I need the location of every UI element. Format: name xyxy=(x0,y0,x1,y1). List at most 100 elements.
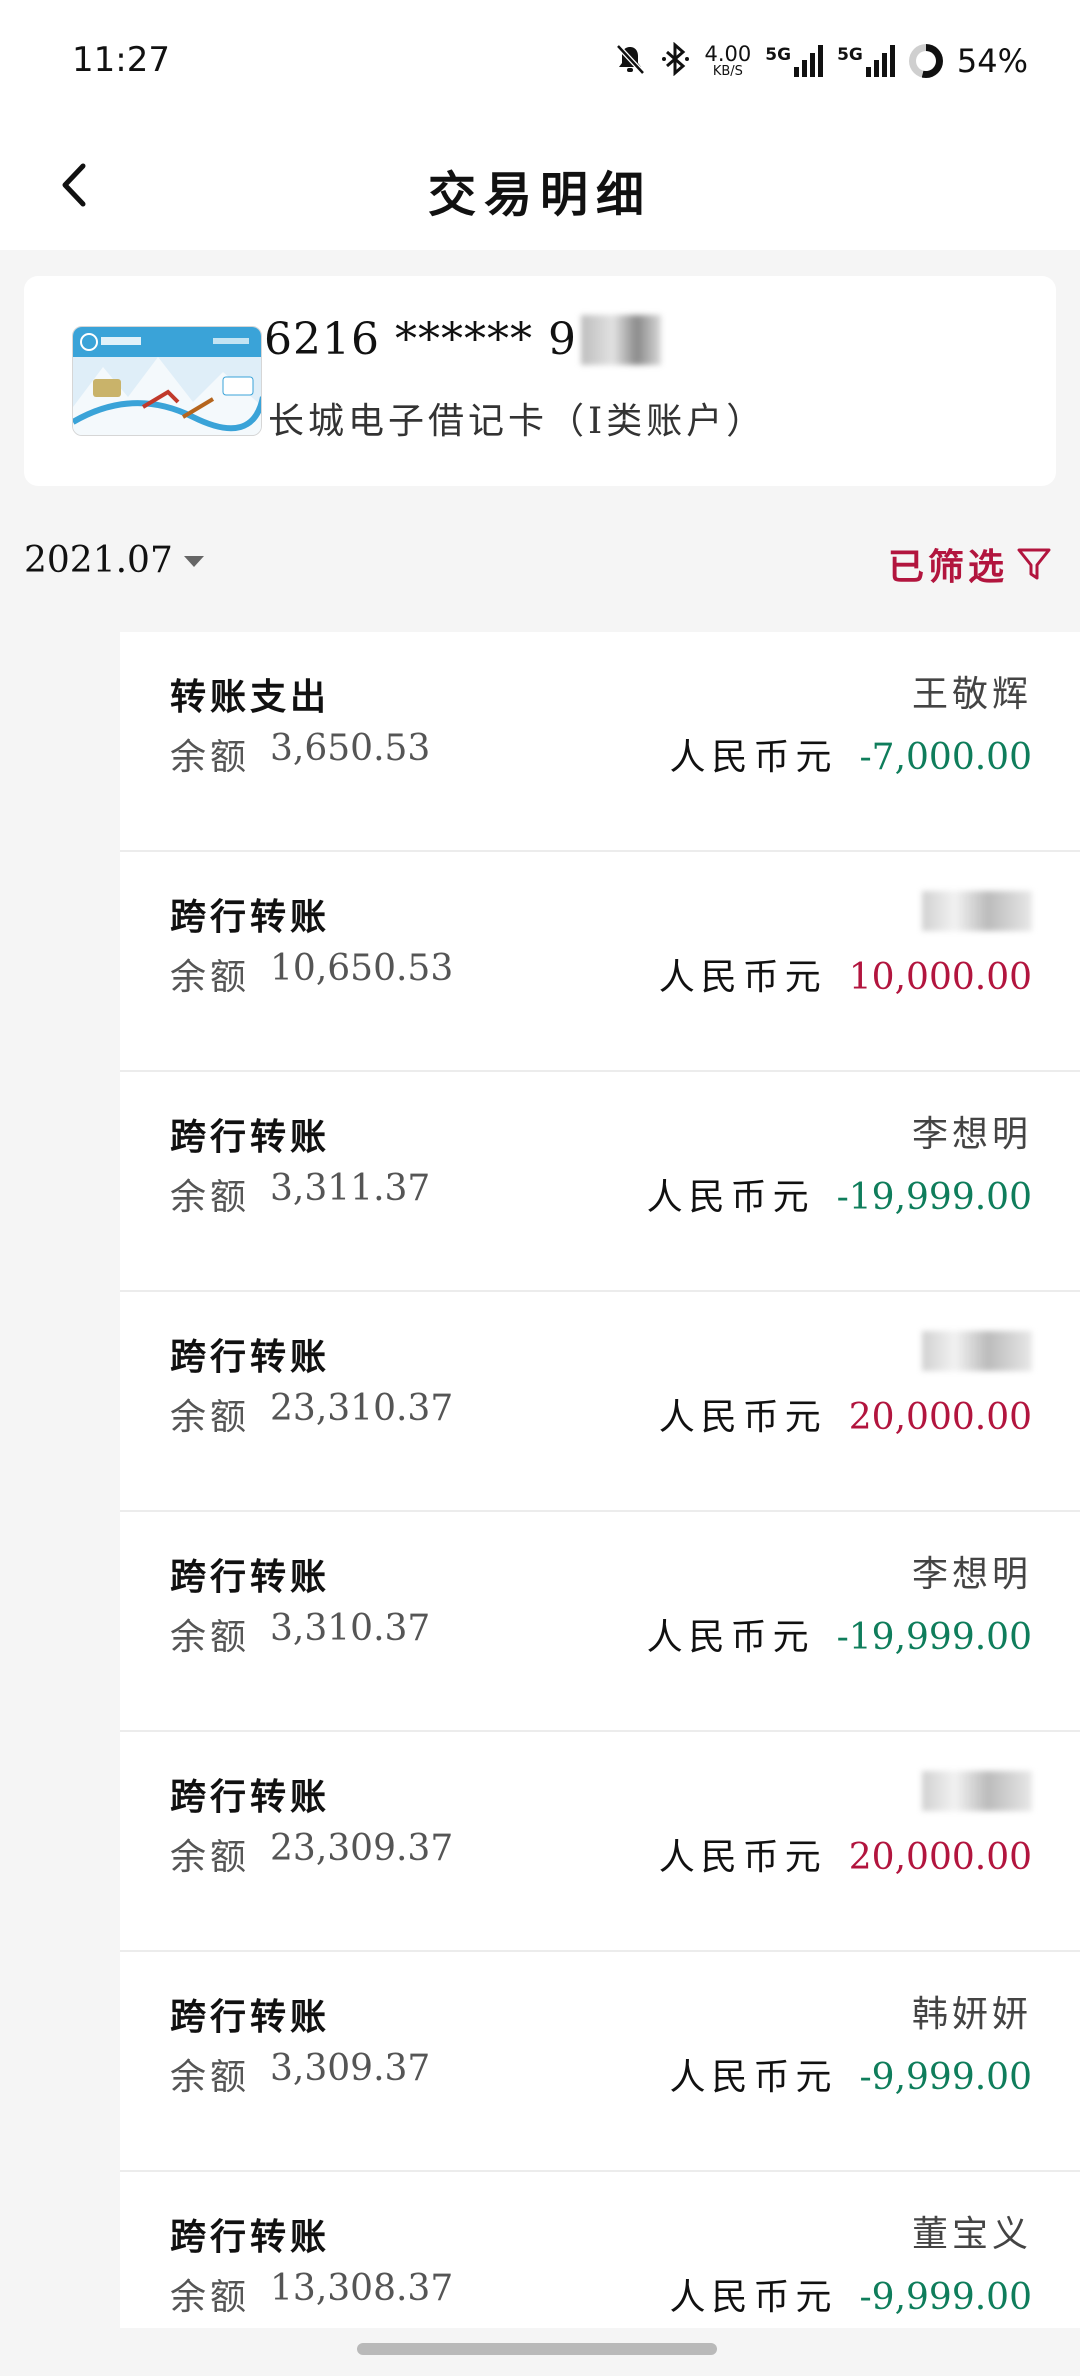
filter-row: 2021.07 已筛选 xyxy=(0,520,1080,610)
currency-label: 人民币元 xyxy=(658,957,827,998)
transaction-item[interactable]: 跨行转账 余额 3,311.37 李想明 人民币元 -19,999.00 xyxy=(120,1072,1080,1292)
balance-value: 23,309.37 xyxy=(270,1828,454,1869)
balance-label: 余额 xyxy=(170,2057,251,2098)
currency-label: 人民币元 xyxy=(669,2277,838,2318)
currency-label: 人民币元 xyxy=(646,1177,815,1218)
transaction-amount: 人民币元 -19,999.00 xyxy=(647,1168,1032,1220)
transaction-type: 跨行转账 xyxy=(170,896,331,938)
signal-2: 5G xyxy=(837,45,895,77)
currency-label: 人民币元 xyxy=(658,1397,827,1438)
network-type-2: 5G xyxy=(837,45,863,65)
balance-label: 余额 xyxy=(170,1177,251,1218)
net-speed-unit: KB/S xyxy=(712,64,743,79)
card-type-name: 长城电子借记卡（I类账户） xyxy=(268,401,767,442)
transaction-amount: 人民币元 -19,999.00 xyxy=(647,1608,1032,1660)
currency-label: 人民币元 xyxy=(669,2057,838,2098)
funnel-icon xyxy=(1017,548,1051,580)
transaction-type: 跨行转账 xyxy=(170,2216,331,2258)
amount-value: 10,000.00 xyxy=(848,957,1032,998)
masked-digits xyxy=(580,314,661,365)
currency-label: 人民币元 xyxy=(646,1617,815,1658)
redacted-name xyxy=(922,891,1032,931)
transaction-balance: 余额 23,310.37 xyxy=(170,1388,453,1440)
redacted-name xyxy=(922,1771,1032,1811)
transaction-type: 跨行转账 xyxy=(170,1116,331,1158)
network-type-1: 5G xyxy=(765,45,792,65)
counterparty: 董宝义 xyxy=(911,2214,1032,2255)
transaction-item[interactable]: 跨行转账 余额 3,309.37 韩妍妍 人民币元 -9,999.00 xyxy=(120,1952,1080,2172)
transaction-balance: 余额 3,650.53 xyxy=(170,728,430,780)
home-indicator[interactable] xyxy=(357,2343,717,2355)
signal-1: 5G xyxy=(765,45,824,77)
currency-label: 人民币元 xyxy=(658,1837,827,1878)
counterparty-redacted xyxy=(922,1768,1032,1814)
battery-percent: 54% xyxy=(956,42,1028,80)
transaction-item[interactable]: 转账支出 余额 3,650.53 王敬辉 人民币元 -7,000.00 xyxy=(120,632,1080,852)
transaction-amount: 人民币元 20,000.00 xyxy=(659,1388,1032,1440)
signal-bars-icon xyxy=(865,45,895,77)
caret-down-icon xyxy=(183,555,204,567)
status-bar: 11:27 4.00 KB/S 5G 5G 54% xyxy=(0,0,1080,120)
balance-value: 3,650.53 xyxy=(270,728,431,769)
card-number-text: 6216 ****** 9 xyxy=(264,314,577,365)
net-speed: 4.00 KB/S xyxy=(705,44,752,79)
amount-value: 20,000.00 xyxy=(848,1397,1032,1438)
balance-label: 余额 xyxy=(170,2277,251,2318)
battery-icon xyxy=(908,44,943,78)
amount-value: 20,000.00 xyxy=(848,1837,1032,1878)
balance-value: 13,308.37 xyxy=(270,2268,454,2309)
transaction-balance: 余额 13,308.37 xyxy=(170,2268,453,2320)
balance-value: 10,650.53 xyxy=(270,948,454,989)
counterparty-redacted xyxy=(922,888,1032,934)
status-icons: 4.00 KB/S 5G 5G 54% xyxy=(613,38,1028,84)
transaction-item[interactable]: 跨行转账 余额 13,308.37 董宝义 人民币元 -9,999.00 xyxy=(120,2172,1080,2328)
amount-value: -9,999.00 xyxy=(859,2057,1032,2098)
transaction-balance: 余额 23,309.37 xyxy=(170,1828,453,1880)
amount-value: -19,999.00 xyxy=(836,1617,1032,1658)
transaction-item[interactable]: 跨行转账 余额 3,310.37 李想明 人民币元 -19,999.00 xyxy=(120,1512,1080,1732)
transaction-item[interactable]: 跨行转账 余额 23,309.37 人民币元 20,000.00 xyxy=(120,1732,1080,1952)
transaction-type: 跨行转账 xyxy=(170,1776,331,1818)
counterparty-redacted xyxy=(922,1328,1032,1374)
transaction-item[interactable]: 跨行转账 余额 10,650.53 人民币元 10,000.00 xyxy=(120,852,1080,1072)
filter-label: 已筛选 xyxy=(887,546,1008,588)
transaction-amount: 人民币元 10,000.00 xyxy=(659,948,1032,1000)
transaction-type: 跨行转账 xyxy=(170,1996,331,2038)
currency-label: 人民币元 xyxy=(669,737,838,778)
amount-value: -7,000.00 xyxy=(859,737,1032,778)
amount-value: -19,999.00 xyxy=(836,1177,1032,1218)
counterparty: 李想明 xyxy=(911,1554,1032,1595)
filter-button[interactable]: 已筛选 xyxy=(888,538,1052,590)
transaction-amount: 人民币元 -7,000.00 xyxy=(670,728,1033,780)
redacted-name xyxy=(922,1331,1032,1371)
balance-label: 余额 xyxy=(170,957,251,998)
transaction-list: 转账支出 余额 3,650.53 王敬辉 人民币元 -7,000.00 跨行转账… xyxy=(120,632,1080,2328)
top-header: 交易明细 xyxy=(0,120,1080,250)
transaction-amount: 人民币元 -9,999.00 xyxy=(670,2268,1033,2320)
transaction-amount: 人民币元 -9,999.00 xyxy=(670,2048,1033,2100)
balance-label: 余额 xyxy=(170,1397,251,1438)
transaction-type: 跨行转账 xyxy=(170,1556,331,1598)
counterparty: 王敬辉 xyxy=(911,674,1032,715)
transaction-balance: 余额 3,310.37 xyxy=(170,1608,430,1660)
bluetooth-icon xyxy=(661,41,691,80)
balance-label: 余额 xyxy=(170,1617,251,1658)
transaction-balance: 余额 3,311.37 xyxy=(170,1168,430,1220)
counterparty: 韩妍妍 xyxy=(911,1994,1032,2035)
account-card-panel[interactable]: 6216 ****** 9 长城电子借记卡（I类账户） xyxy=(24,276,1056,486)
month-label: 2021.07 xyxy=(24,540,173,581)
balance-value: 3,311.37 xyxy=(270,1168,431,1209)
amount-value: -9,999.00 xyxy=(859,2277,1032,2318)
bank-card-image xyxy=(72,326,262,436)
transaction-type: 跨行转账 xyxy=(170,1336,331,1378)
month-selector[interactable]: 2021.07 xyxy=(24,540,205,581)
transaction-amount: 人民币元 20,000.00 xyxy=(659,1828,1032,1880)
transaction-type: 转账支出 xyxy=(170,676,331,718)
signal-bars-icon xyxy=(794,45,824,77)
mute-bell-icon xyxy=(613,42,647,80)
balance-label: 余额 xyxy=(170,1837,251,1878)
transaction-balance: 余额 10,650.53 xyxy=(170,948,453,1000)
status-time: 11:27 xyxy=(72,40,170,80)
transaction-item[interactable]: 跨行转账 余额 23,310.37 人民币元 20,000.00 xyxy=(120,1292,1080,1512)
counterparty: 李想明 xyxy=(911,1114,1032,1155)
